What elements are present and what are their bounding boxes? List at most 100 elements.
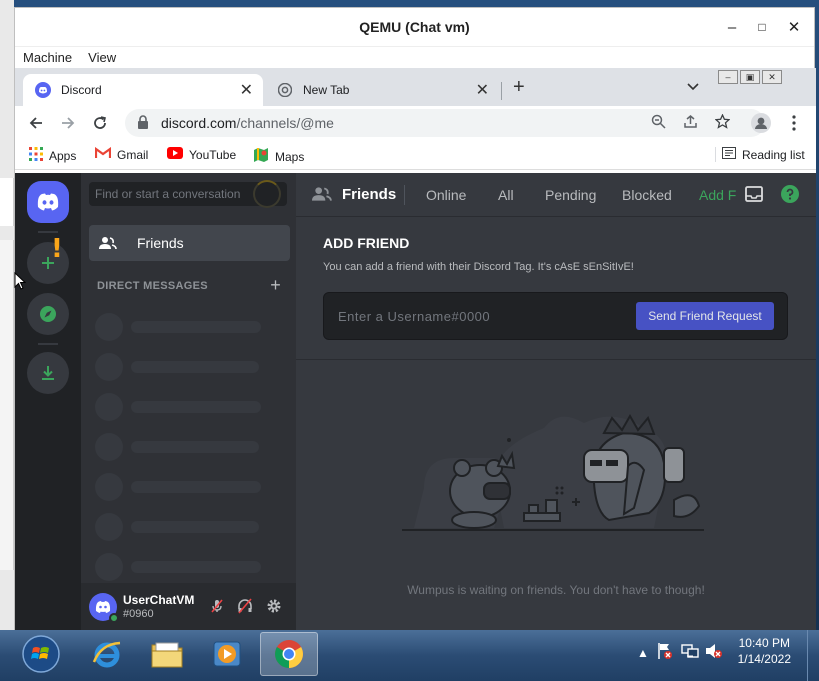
reload-icon[interactable] xyxy=(89,112,111,134)
bookmark-gmail[interactable]: Gmail xyxy=(94,146,148,162)
tab-add-friend[interactable]: Add F xyxy=(699,187,736,203)
bookmarks-bar: Apps Gmail YouTube Maps Reading list xyxy=(15,140,816,170)
maps-icon xyxy=(253,147,269,166)
user-settings-gear-icon[interactable] xyxy=(266,598,282,617)
explore-servers-button[interactable] xyxy=(27,293,69,335)
direct-messages-label: DIRECT MESSAGES xyxy=(97,280,208,292)
remote-close-icon[interactable]: ✕ xyxy=(762,70,782,84)
qemu-window: QEMU (Chat vm) – □ ✕ Machine View Discor… xyxy=(14,7,816,631)
page-title: Friends xyxy=(342,186,397,203)
download-apps-button[interactable] xyxy=(27,352,69,394)
new-tab-button[interactable]: + xyxy=(513,76,525,99)
server-divider xyxy=(38,231,58,233)
apps-grid-icon xyxy=(29,147,43,164)
chrome-icon xyxy=(277,82,293,98)
action-center-flag-icon[interactable] xyxy=(657,642,673,663)
tab-title: Discord xyxy=(61,83,102,97)
forward-arrow-icon[interactable] xyxy=(57,112,79,134)
tab-pending[interactable]: Pending xyxy=(545,187,596,203)
youtube-icon xyxy=(167,147,183,162)
minimize-button[interactable]: – xyxy=(720,16,744,38)
show-desktop-button[interactable] xyxy=(807,630,819,681)
tab-blocked[interactable]: Blocked xyxy=(622,187,672,203)
zoom-icon[interactable] xyxy=(651,114,666,132)
profile-icon[interactable] xyxy=(750,112,772,134)
show-hidden-icons-icon[interactable]: ▲ xyxy=(637,646,649,660)
tab-online[interactable]: Online xyxy=(426,187,466,203)
internet-explorer-taskbar[interactable] xyxy=(78,632,136,676)
mute-microphone-icon[interactable] xyxy=(209,598,225,617)
bookmark-star-icon[interactable] xyxy=(714,113,731,132)
start-button[interactable] xyxy=(16,632,66,676)
qemu-menubar: Machine View xyxy=(15,46,814,68)
system-clock[interactable]: 10:40 PM 1/14/2022 xyxy=(738,635,791,667)
create-dm-plus-icon[interactable]: + xyxy=(270,276,281,294)
friends-wave-icon xyxy=(99,237,117,250)
direct-messages-header: DIRECT MESSAGES + xyxy=(97,276,281,294)
lock-icon[interactable] xyxy=(137,115,149,132)
compass-icon xyxy=(40,306,56,322)
qemu-titlebar[interactable]: QEMU (Chat vm) – □ ✕ xyxy=(15,8,814,46)
kebab-menu-icon[interactable] xyxy=(783,112,805,134)
discord-icon xyxy=(35,82,51,98)
send-friend-request-button[interactable]: Send Friend Request xyxy=(636,302,774,330)
menu-view[interactable]: View xyxy=(88,50,116,65)
menu-machine[interactable]: Machine xyxy=(23,50,72,65)
loading-spinner-icon xyxy=(253,180,281,208)
bookmark-label: Maps xyxy=(275,149,305,164)
tab-discord[interactable]: Discord ✕ xyxy=(23,74,263,106)
chrome-taskbar[interactable] xyxy=(260,632,318,676)
qemu-window-title: QEMU (Chat vm) xyxy=(359,19,470,35)
close-window-button[interactable]: ✕ xyxy=(782,16,806,38)
help-icon[interactable] xyxy=(781,185,799,208)
share-icon[interactable] xyxy=(683,114,698,132)
tab-separator xyxy=(501,82,502,100)
section-divider xyxy=(296,359,816,360)
file-explorer-taskbar[interactable] xyxy=(138,632,196,676)
remote-restore-icon[interactable]: ▣ xyxy=(740,70,760,84)
username: UserChatVM xyxy=(123,593,195,607)
download-icon xyxy=(42,366,54,380)
remote-minimize-icon[interactable]: – xyxy=(718,70,738,84)
close-tab-icon[interactable]: ✕ xyxy=(476,80,489,100)
remote-window-controls: – ▣ ✕ xyxy=(718,70,782,84)
add-server-button[interactable]: ! xyxy=(27,234,69,284)
inbox-icon[interactable] xyxy=(745,186,763,207)
exclamation-icon: ! xyxy=(51,234,63,264)
close-tab-icon[interactable]: ✕ xyxy=(240,80,253,100)
reading-list-label: Reading list xyxy=(742,147,805,162)
bookmark-youtube[interactable]: YouTube xyxy=(167,147,236,162)
discord-logo-icon xyxy=(37,193,59,211)
friends-label: Friends xyxy=(137,235,184,251)
bookmark-maps[interactable]: Maps xyxy=(253,147,304,166)
bookmark-label: YouTube xyxy=(189,147,237,162)
chrome-icon xyxy=(275,640,303,668)
volume-muted-icon[interactable] xyxy=(705,642,723,663)
friends-main-panel: Friends Online All Pending Blocked Add F… xyxy=(296,173,816,631)
tab-title: New Tab xyxy=(303,83,350,97)
media-player-taskbar[interactable] xyxy=(198,632,256,676)
wumpus-illustration-icon xyxy=(402,413,704,531)
tab-all[interactable]: All xyxy=(498,187,514,203)
tab-strip: Discord ✕ New Tab ✕ + – ▣ ✕ xyxy=(15,68,816,106)
reading-list-button[interactable]: Reading list xyxy=(715,147,805,162)
back-arrow-icon[interactable] xyxy=(25,112,47,134)
add-friend-title: ADD FRIEND xyxy=(323,235,410,251)
discord-home-button[interactable] xyxy=(27,181,69,223)
online-status-dot xyxy=(109,613,119,623)
tab-new-tab[interactable]: New Tab ✕ xyxy=(269,74,499,106)
tab-search-chevron-icon[interactable] xyxy=(687,80,699,94)
network-icon[interactable] xyxy=(681,642,699,663)
background-window-edge xyxy=(0,0,14,630)
reading-list-icon xyxy=(722,147,736,162)
mouse-cursor-icon xyxy=(14,272,26,290)
windows-taskbar: ▲ 10:40 PM 1/14/2022 xyxy=(0,630,819,681)
bookmark-apps[interactable]: Apps xyxy=(29,147,76,164)
bookmark-label: Apps xyxy=(49,148,77,163)
clock-time: 10:40 PM xyxy=(738,636,790,650)
maximize-button[interactable]: □ xyxy=(750,16,774,38)
deafen-headphones-icon[interactable] xyxy=(237,598,253,617)
username-input[interactable]: Enter a Username#0000 xyxy=(338,309,490,324)
address-bar[interactable]: discord.com/channels/@me xyxy=(125,109,765,137)
friends-nav-item[interactable]: Friends xyxy=(89,225,290,261)
